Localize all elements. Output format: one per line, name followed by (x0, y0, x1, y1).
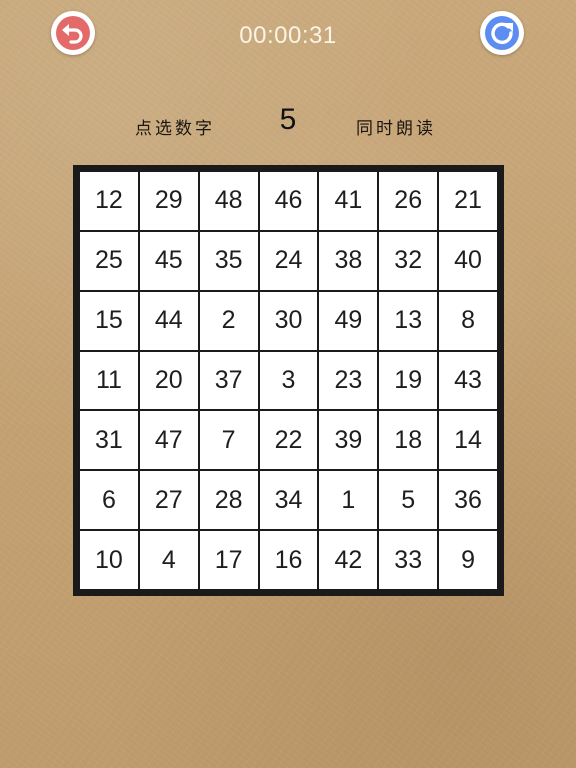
instruction-select-label: 点选数字 (135, 119, 215, 139)
grid-cell[interactable]: 18 (379, 411, 438, 470)
grid-cell[interactable]: 22 (259, 411, 318, 470)
grid-cell[interactable]: 11 (80, 351, 138, 410)
grid-cell[interactable]: 31 (80, 411, 138, 470)
grid-cell[interactable]: 35 (199, 231, 258, 290)
refresh-icon (491, 22, 513, 45)
grid-cell[interactable]: 13 (379, 291, 438, 350)
grid-cell[interactable]: 25 (80, 231, 138, 290)
reset-button[interactable] (480, 11, 524, 55)
grid-cell[interactable]: 12 (80, 172, 138, 230)
grid-cell[interactable]: 30 (259, 291, 318, 350)
grid-cell[interactable]: 24 (259, 231, 318, 290)
instruction-read-label: 同时朗读 (356, 119, 436, 139)
grid-cell[interactable]: 34 (259, 471, 318, 530)
grid-cell[interactable]: 5 (379, 471, 438, 530)
grid-cell[interactable]: 14 (439, 411, 497, 470)
grid-cell[interactable]: 44 (139, 291, 198, 350)
grid-cell[interactable]: 26 (379, 172, 438, 230)
grid-cell[interactable]: 40 (439, 231, 497, 290)
grid-cell[interactable]: 47 (139, 411, 198, 470)
grid-cell[interactable]: 6 (80, 471, 138, 530)
grid-cell[interactable]: 48 (199, 172, 258, 230)
grid-cell[interactable]: 27 (139, 471, 198, 530)
grid-cell[interactable]: 17 (199, 531, 258, 589)
grid-cell[interactable]: 33 (379, 531, 438, 589)
grid-cell[interactable]: 23 (319, 351, 378, 410)
grid-cell[interactable]: 39 (319, 411, 378, 470)
grid-cell[interactable]: 8 (439, 291, 497, 350)
grid-cell[interactable]: 1 (319, 471, 378, 530)
number-grid: 12 29 48 46 41 26 21 25 45 35 24 38 32 40 15 44 2 30 49 13 8… (80, 172, 497, 589)
grid-cell[interactable]: 42 (319, 531, 378, 589)
grid-cell[interactable]: 15 (80, 291, 138, 350)
grid-cell[interactable]: 4 (139, 531, 198, 589)
grid-cell[interactable]: 43 (439, 351, 497, 410)
grid-cell[interactable]: 20 (139, 351, 198, 410)
target-number: 5 (279, 103, 297, 136)
grid-cell[interactable]: 49 (319, 291, 378, 350)
grid-cell[interactable]: 3 (259, 351, 318, 410)
grid-cell[interactable]: 2 (199, 291, 258, 350)
grid-cell[interactable]: 21 (439, 172, 497, 230)
grid-cell[interactable]: 19 (379, 351, 438, 410)
grid-cell[interactable]: 10 (80, 531, 138, 589)
grid-cell[interactable]: 36 (439, 471, 497, 530)
grid-cell[interactable]: 38 (319, 231, 378, 290)
grid-cell[interactable]: 45 (139, 231, 198, 290)
grid-cell[interactable]: 37 (199, 351, 258, 410)
grid-cell[interactable]: 9 (439, 531, 497, 589)
grid-cell[interactable]: 16 (259, 531, 318, 589)
grid-cell[interactable]: 29 (139, 172, 198, 230)
grid-cell[interactable]: 46 (259, 172, 318, 230)
grid-cell[interactable]: 28 (199, 471, 258, 530)
number-grid-board: 12 29 48 46 41 26 21 25 45 35 24 38 32 40 15 44 2 30 49 13 8… (73, 165, 504, 596)
grid-cell[interactable]: 7 (199, 411, 258, 470)
grid-cell[interactable]: 41 (319, 172, 378, 230)
grid-cell[interactable]: 32 (379, 231, 438, 290)
